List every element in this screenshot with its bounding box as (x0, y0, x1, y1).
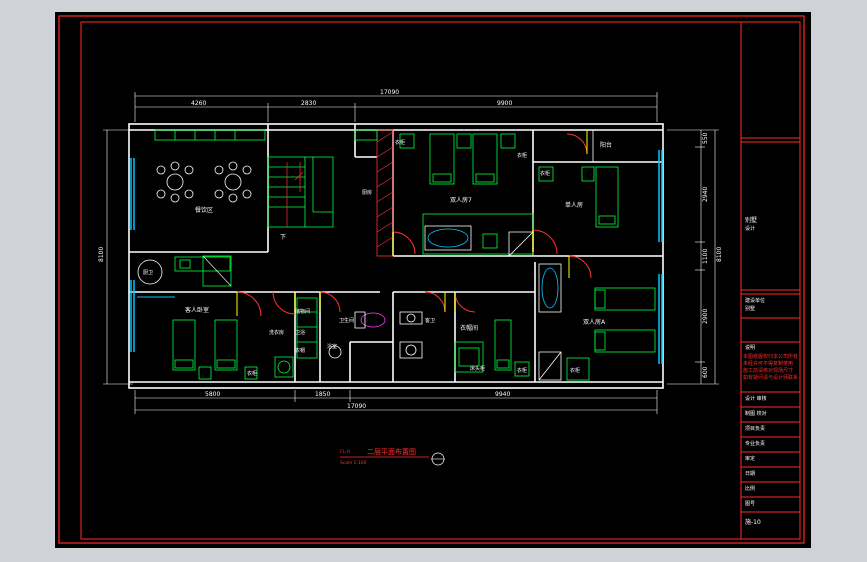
tb-note-3: 施工前请核对现场尺寸 (743, 367, 793, 374)
drawing-title-text: 二层平面布置图 (367, 447, 416, 456)
tb-row-e: 审定 (745, 455, 755, 462)
drawing-title: FL.H 二层平面布置图 Scale 1:100 (340, 447, 445, 466)
bed-single (538, 166, 619, 228)
room-bed-small: 床头柜 (470, 365, 485, 372)
floor-plan-svg: 别墅 设计 建设单位 别墅 说明 本图纸版权归本公司所有 未经许可不得复制使用 … (58, 15, 805, 544)
tb-note-2: 未经许可不得复制使用 (743, 360, 793, 367)
room-closet-6: 衣柜 (517, 152, 527, 159)
dim-top-total: 17090 (380, 89, 399, 96)
room-wash: 洗衣房 (269, 329, 284, 336)
tb-sheet: 施-10 (745, 518, 761, 526)
tb-project-sub: 设计 (745, 225, 755, 232)
tb-row-a: 设计 审核 (745, 395, 767, 402)
tb-owner-label: 建设单位 (745, 297, 765, 304)
balcony (532, 129, 594, 163)
shaft-hatch (376, 129, 394, 257)
tb-row-f: 日期 (745, 471, 755, 477)
dimension-right (667, 129, 719, 385)
stair-label: 下 (280, 234, 286, 241)
room-client-a: 客人卧室 (185, 306, 209, 314)
cad-drawing-canvas[interactable]: 别墅 设计 建设单位 别墅 说明 本图纸版权归本公司所有 未经许可不得复制使用 … (55, 12, 811, 548)
tb-note-4: 如有疑问请与设计师联系 (743, 374, 798, 381)
bath-main-fixtures (328, 311, 386, 359)
room-storage-2: 卫浴 (295, 329, 305, 336)
room-closet-1: 衣柜 (247, 370, 257, 377)
dim-bottom-seg-2: 1850 (315, 391, 330, 398)
tb-project: 别墅 (745, 216, 757, 224)
drawing-scale: Scale 1:100 (340, 460, 367, 466)
room-restaurant: 餐饮区 (195, 206, 213, 214)
dining-table-1 (156, 161, 194, 203)
room-dressing: 衣帽间 (460, 324, 478, 332)
room-bedroom-single: 单人房 (565, 201, 583, 209)
room-kitchen: 厨房 (362, 189, 372, 196)
stair (267, 156, 334, 228)
room-closet-3: 衣柜 (395, 139, 405, 146)
room-bath-main: 卫生间 (339, 317, 354, 324)
tb-owner-value: 别墅 (745, 305, 755, 312)
dim-left-total: 8100 (98, 247, 105, 262)
dining-table-2 (214, 161, 252, 203)
room-closet-4: 衣柜 (540, 170, 550, 177)
room-wardrobe: 衣帽 (295, 347, 305, 354)
top-cabinets (154, 129, 378, 141)
doors (236, 130, 592, 317)
inner-frame (80, 21, 801, 540)
dim-bottom-total: 17090 (347, 403, 366, 410)
room-balcony: 阳台 (600, 141, 612, 149)
tb-note-1: 本图纸版权归本公司所有 (743, 353, 798, 360)
room-closet-2: 衣柜 (517, 367, 527, 374)
dim-right-seg-4: 2900 (702, 309, 709, 324)
dim-top-seg-1: 4260 (191, 100, 206, 107)
tb-row-c: 项目负责 (745, 425, 765, 432)
dim-right-seg-2: 2940 (702, 187, 709, 202)
room-bath-tub: 浴室 (327, 343, 337, 350)
room-storage: 储物间 (295, 308, 310, 315)
tb-row-b: 制图 校对 (745, 410, 767, 417)
tb-row-d: 专业负责 (745, 440, 765, 447)
dim-right-total: 8100 (716, 247, 723, 262)
outer-frame (58, 15, 805, 544)
dim-right-seg-5: 600 (702, 366, 709, 378)
bathtub-upper (424, 225, 534, 257)
room-kitchen-table: 厨卫 (143, 270, 153, 276)
kitchen-counter (174, 255, 232, 287)
title-prefix: FL.H (340, 449, 350, 455)
dim-top-seg-3: 9900 (497, 100, 512, 107)
tb-row-g: 比例 (745, 485, 755, 492)
dim-bottom-seg-3: 9940 (495, 391, 510, 398)
tb-row-h: 图号 (745, 501, 755, 507)
tb-note-label: 说明 (745, 344, 755, 351)
dimension-top (134, 92, 658, 122)
beds-client (172, 319, 258, 380)
beds-upper-mid (399, 133, 534, 255)
dim-top-seg-2: 2830 (301, 100, 316, 107)
title-block (740, 21, 801, 513)
room-closet-5: 衣柜 (570, 367, 580, 374)
room-bath-small: 客卫 (425, 317, 435, 324)
stair-arrow (286, 162, 304, 227)
room-bedroom-twin: 双人房A (583, 318, 606, 326)
dim-right-seg-1: 550 (702, 132, 709, 144)
room-bedroom-big: 双人房7 (450, 196, 472, 204)
dim-bottom-seg-1: 5800 (205, 391, 220, 398)
dim-right-seg-3: 1100 (702, 249, 709, 264)
bath-small-fixtures (399, 311, 423, 359)
